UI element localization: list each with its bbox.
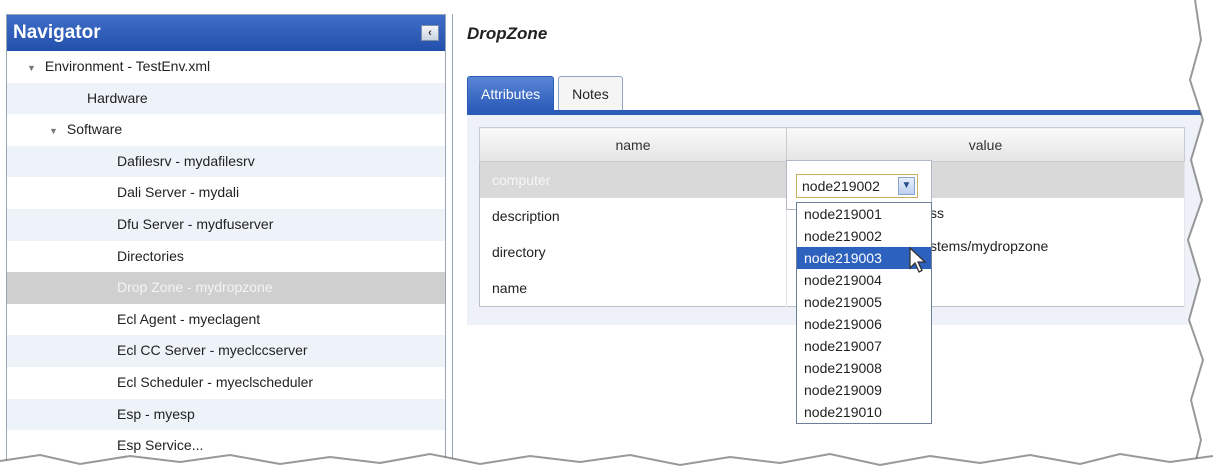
tree-item-software[interactable]: ▼ Software [7, 114, 445, 146]
cell-name[interactable]: name [479, 270, 787, 307]
list-item[interactable]: node219007 [797, 335, 931, 357]
arrow-cursor-icon [909, 246, 927, 273]
tree-item-hardware[interactable]: Hardware [7, 82, 445, 115]
list-item[interactable]: node219008 [797, 357, 931, 379]
computer-select-value: node219002 [802, 178, 880, 194]
directory-value-visible: stems/mydropzone [930, 238, 1049, 254]
navigator-title: Navigator [13, 22, 101, 43]
tree-item-ecl-agent[interactable]: Ecl Agent - myeclagent [7, 304, 445, 336]
tab-attributes[interactable]: Attributes [467, 76, 555, 110]
tree-item-dali-server[interactable]: Dali Server - mydali [7, 177, 445, 209]
collapse-navigator-icon[interactable]: ‹ [421, 25, 439, 41]
torn-edge-bottom [0, 452, 1213, 472]
tree-item-environment[interactable]: ▼ Environment - TestEnv.xml [7, 51, 445, 83]
cell-name[interactable]: computer [479, 161, 787, 198]
list-item[interactable]: node219001 [797, 203, 931, 225]
tab-strip: Attributes Notes [467, 76, 627, 110]
torn-edge-top [0, 0, 1213, 9]
expand-triangle-icon[interactable]: ▼ [49, 116, 63, 148]
page-title: DropZone [467, 24, 548, 43]
column-header-value[interactable]: value [786, 127, 1185, 162]
grid-header-row: name value [479, 127, 1185, 162]
list-item[interactable]: node219010 [797, 401, 931, 423]
screenshot-frame: Navigator ‹ ▼ Environment - TestEnv.xml … [0, 0, 1213, 472]
cell-name[interactable]: directory [479, 234, 787, 270]
torn-edge-right [1186, 0, 1213, 472]
navigator-panel: Navigator ‹ ▼ Environment - TestEnv.xml … [6, 14, 446, 472]
tab-notes[interactable]: Notes [558, 76, 623, 110]
expand-triangle-icon[interactable]: ▼ [27, 53, 41, 85]
tree-item-directories[interactable]: Directories [7, 241, 445, 273]
tree-item-esp[interactable]: Esp - myesp [7, 398, 445, 431]
list-item[interactable]: node219005 [797, 291, 931, 313]
tree-item-drop-zone[interactable]: Drop Zone - mydropzone [7, 272, 445, 304]
tree-item-dfu-server[interactable]: Dfu Server - mydfuserver [7, 208, 445, 241]
computer-options-list: node219001 node219002 node219003 node219… [796, 202, 932, 424]
navigator-tree: ▼ Environment - TestEnv.xml Hardware ▼ S… [7, 51, 445, 462]
cell-name[interactable]: description [479, 198, 787, 234]
description-value-visible: ss [930, 205, 944, 221]
tree-item-ecl-cc-server[interactable]: Ecl CC Server - myeclccserver [7, 335, 445, 367]
computer-select[interactable]: node219002 ▼ [796, 174, 918, 198]
tree-item-dafilesrv[interactable]: Dafilesrv - mydafilesrv [7, 145, 445, 178]
list-item[interactable]: node219006 [797, 313, 931, 335]
chevron-down-icon[interactable]: ▼ [898, 177, 915, 195]
list-item[interactable]: node219002 [797, 225, 931, 247]
list-item[interactable]: node219009 [797, 379, 931, 401]
column-header-name[interactable]: name [479, 127, 787, 162]
navigator-header: Navigator ‹ [7, 15, 445, 51]
tree-item-ecl-scheduler[interactable]: Ecl Scheduler - myeclscheduler [7, 367, 445, 399]
